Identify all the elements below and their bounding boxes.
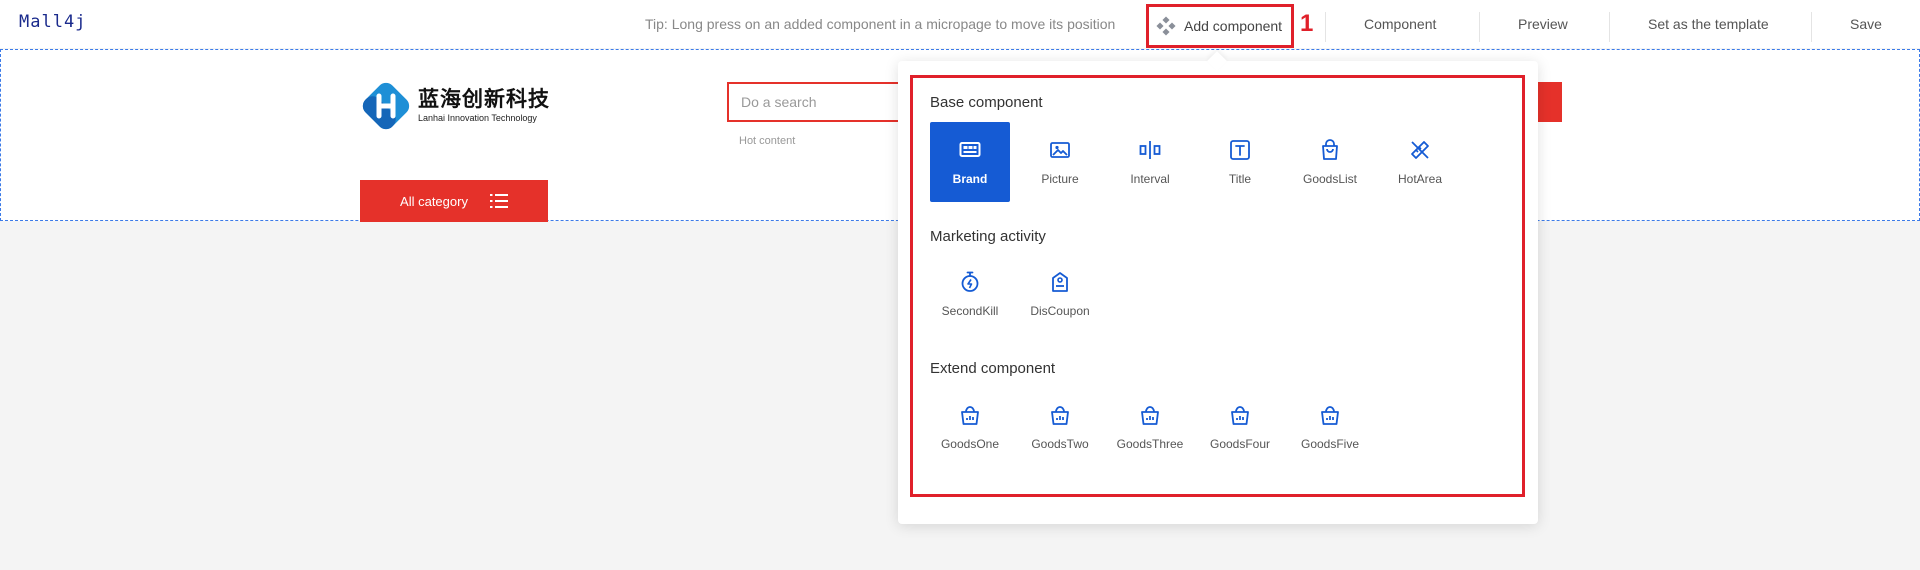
component-discoupon[interactable]: DisCoupon	[1020, 254, 1100, 334]
extend-component-grid: GoodsOne GoodsTwo GoodsThree GoodsFour G…	[930, 387, 1380, 467]
component-goodsone[interactable]: GoodsOne	[930, 387, 1010, 467]
section-title-base: Base component	[930, 94, 1043, 111]
component-brand[interactable]: Brand	[930, 122, 1010, 202]
component-label: Picture	[1041, 172, 1079, 186]
tip-text: Tip: Long press on an added component in…	[645, 16, 1116, 32]
toolbar-divider	[1811, 12, 1812, 42]
interval-icon	[1139, 141, 1161, 159]
component-secondkill[interactable]: SecondKill	[930, 254, 1010, 334]
basket-icon	[1231, 406, 1249, 425]
coupon-tag-icon	[1052, 272, 1068, 292]
brand-name-cn: 蓝海创新科技	[418, 88, 550, 111]
component-goodslist[interactable]: GoodsList	[1290, 122, 1370, 202]
top-toolbar: Mall4j Tip: Long press on an added compo…	[0, 0, 1920, 48]
component-goodsfour[interactable]: GoodsFour	[1200, 387, 1280, 467]
preview-button[interactable]: Preview	[1518, 16, 1568, 32]
search-input[interactable]: Do a search	[727, 82, 927, 122]
basket-icon	[1141, 406, 1159, 425]
set-as-template-button[interactable]: Set as the template	[1648, 16, 1769, 32]
toolbar-divider	[1609, 12, 1610, 42]
all-category-button[interactable]: All category	[360, 180, 548, 222]
title-icon	[1230, 140, 1250, 160]
basket-icon	[961, 406, 979, 425]
app-logo: Mall4j	[19, 12, 87, 32]
picture-icon	[1050, 142, 1070, 158]
component-goodsthree[interactable]: GoodsThree	[1110, 387, 1190, 467]
basket-icon	[1051, 406, 1069, 425]
component-label: GoodsThree	[1116, 437, 1184, 451]
add-component-button[interactable]: Add component	[1146, 4, 1294, 48]
component-label: SecondKill	[941, 304, 999, 318]
component-picture[interactable]: Picture	[1020, 122, 1100, 202]
toolbar-divider	[1479, 12, 1480, 42]
components-icon	[1156, 16, 1176, 36]
shopping-bag-icon	[1322, 139, 1338, 160]
ruler-pencil-icon	[1411, 141, 1429, 159]
component-hotarea[interactable]: HotArea	[1380, 122, 1460, 202]
component-label: Interval	[1130, 172, 1170, 186]
hot-content-label: Hot content	[739, 135, 796, 147]
component-label: HotArea	[1397, 172, 1443, 186]
add-component-label: Add component	[1184, 18, 1283, 34]
component-label: GoodsTwo	[1031, 437, 1089, 451]
component-label: GoodsFive	[1300, 437, 1360, 451]
basket-icon	[1321, 406, 1339, 425]
section-title-marketing: Marketing activity	[930, 228, 1046, 245]
component-label: GoodsOne	[940, 437, 1000, 451]
stopwatch-icon	[961, 271, 979, 292]
add-component-popup: Base component Brand Picture Interval Ti…	[898, 61, 1538, 524]
component-label: GoodsList	[1302, 172, 1358, 186]
component-interval[interactable]: Interval	[1110, 122, 1190, 202]
component-tab[interactable]: Component	[1364, 16, 1436, 32]
brand-mark-icon	[362, 82, 410, 130]
save-button[interactable]: Save	[1850, 16, 1882, 32]
component-label: Title	[1228, 172, 1252, 186]
component-label: GoodsFour	[1209, 437, 1271, 451]
brand-name-en: Lanhai Innovation Technology	[418, 113, 537, 123]
component-label: DisCoupon	[1030, 304, 1090, 318]
all-category-label: All category	[400, 193, 468, 209]
annotation-number: 1	[1300, 10, 1314, 37]
section-title-extend: Extend component	[930, 360, 1056, 377]
toolbar-divider	[1325, 12, 1326, 42]
component-goodsfive[interactable]: GoodsFive	[1290, 387, 1370, 467]
list-icon	[489, 194, 508, 208]
brand-icon	[959, 142, 981, 157]
marketing-component-grid: SecondKill DisCoupon	[930, 254, 1110, 334]
base-component-grid: Brand Picture Interval Title GoodsList H…	[930, 122, 1470, 202]
component-label: Brand	[952, 172, 988, 186]
search-placeholder: Do a search	[741, 94, 817, 110]
brand-logo: 蓝海创新科技 Lanhai Innovation Technology	[360, 80, 550, 132]
component-title[interactable]: Title	[1200, 122, 1280, 202]
component-goodstwo[interactable]: GoodsTwo	[1020, 387, 1100, 467]
